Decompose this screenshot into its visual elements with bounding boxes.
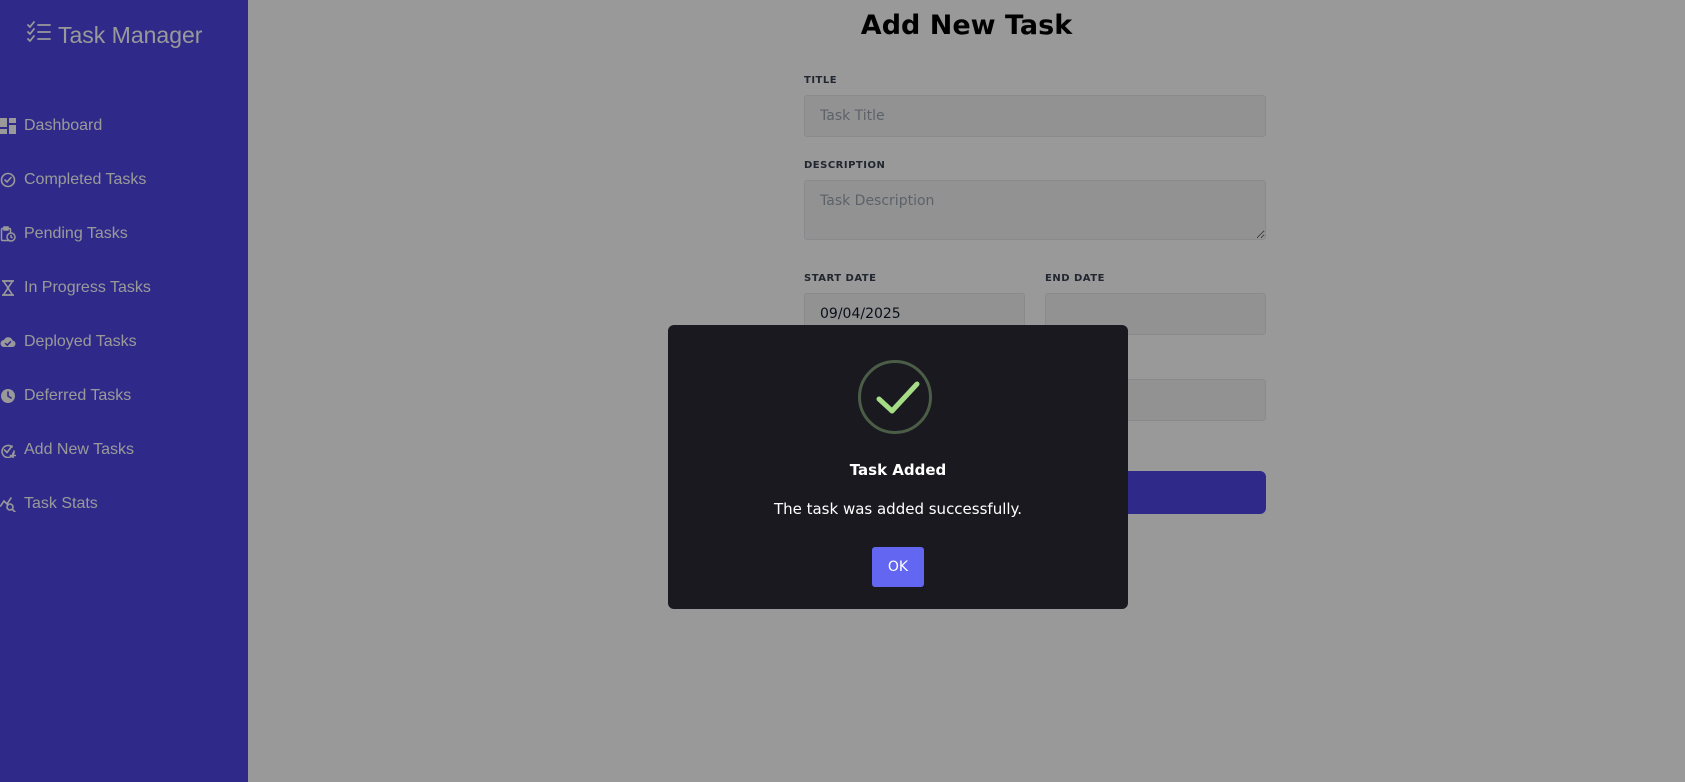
modal-overlay[interactable]: Task Added The task was added successful… (0, 0, 1685, 782)
success-check-icon (858, 360, 932, 434)
success-dialog: Task Added The task was added successful… (668, 325, 1128, 609)
dialog-title: Task Added (849, 461, 947, 479)
ok-button[interactable]: OK (872, 547, 924, 587)
dialog-message: The task was added successfully. (773, 500, 1023, 518)
